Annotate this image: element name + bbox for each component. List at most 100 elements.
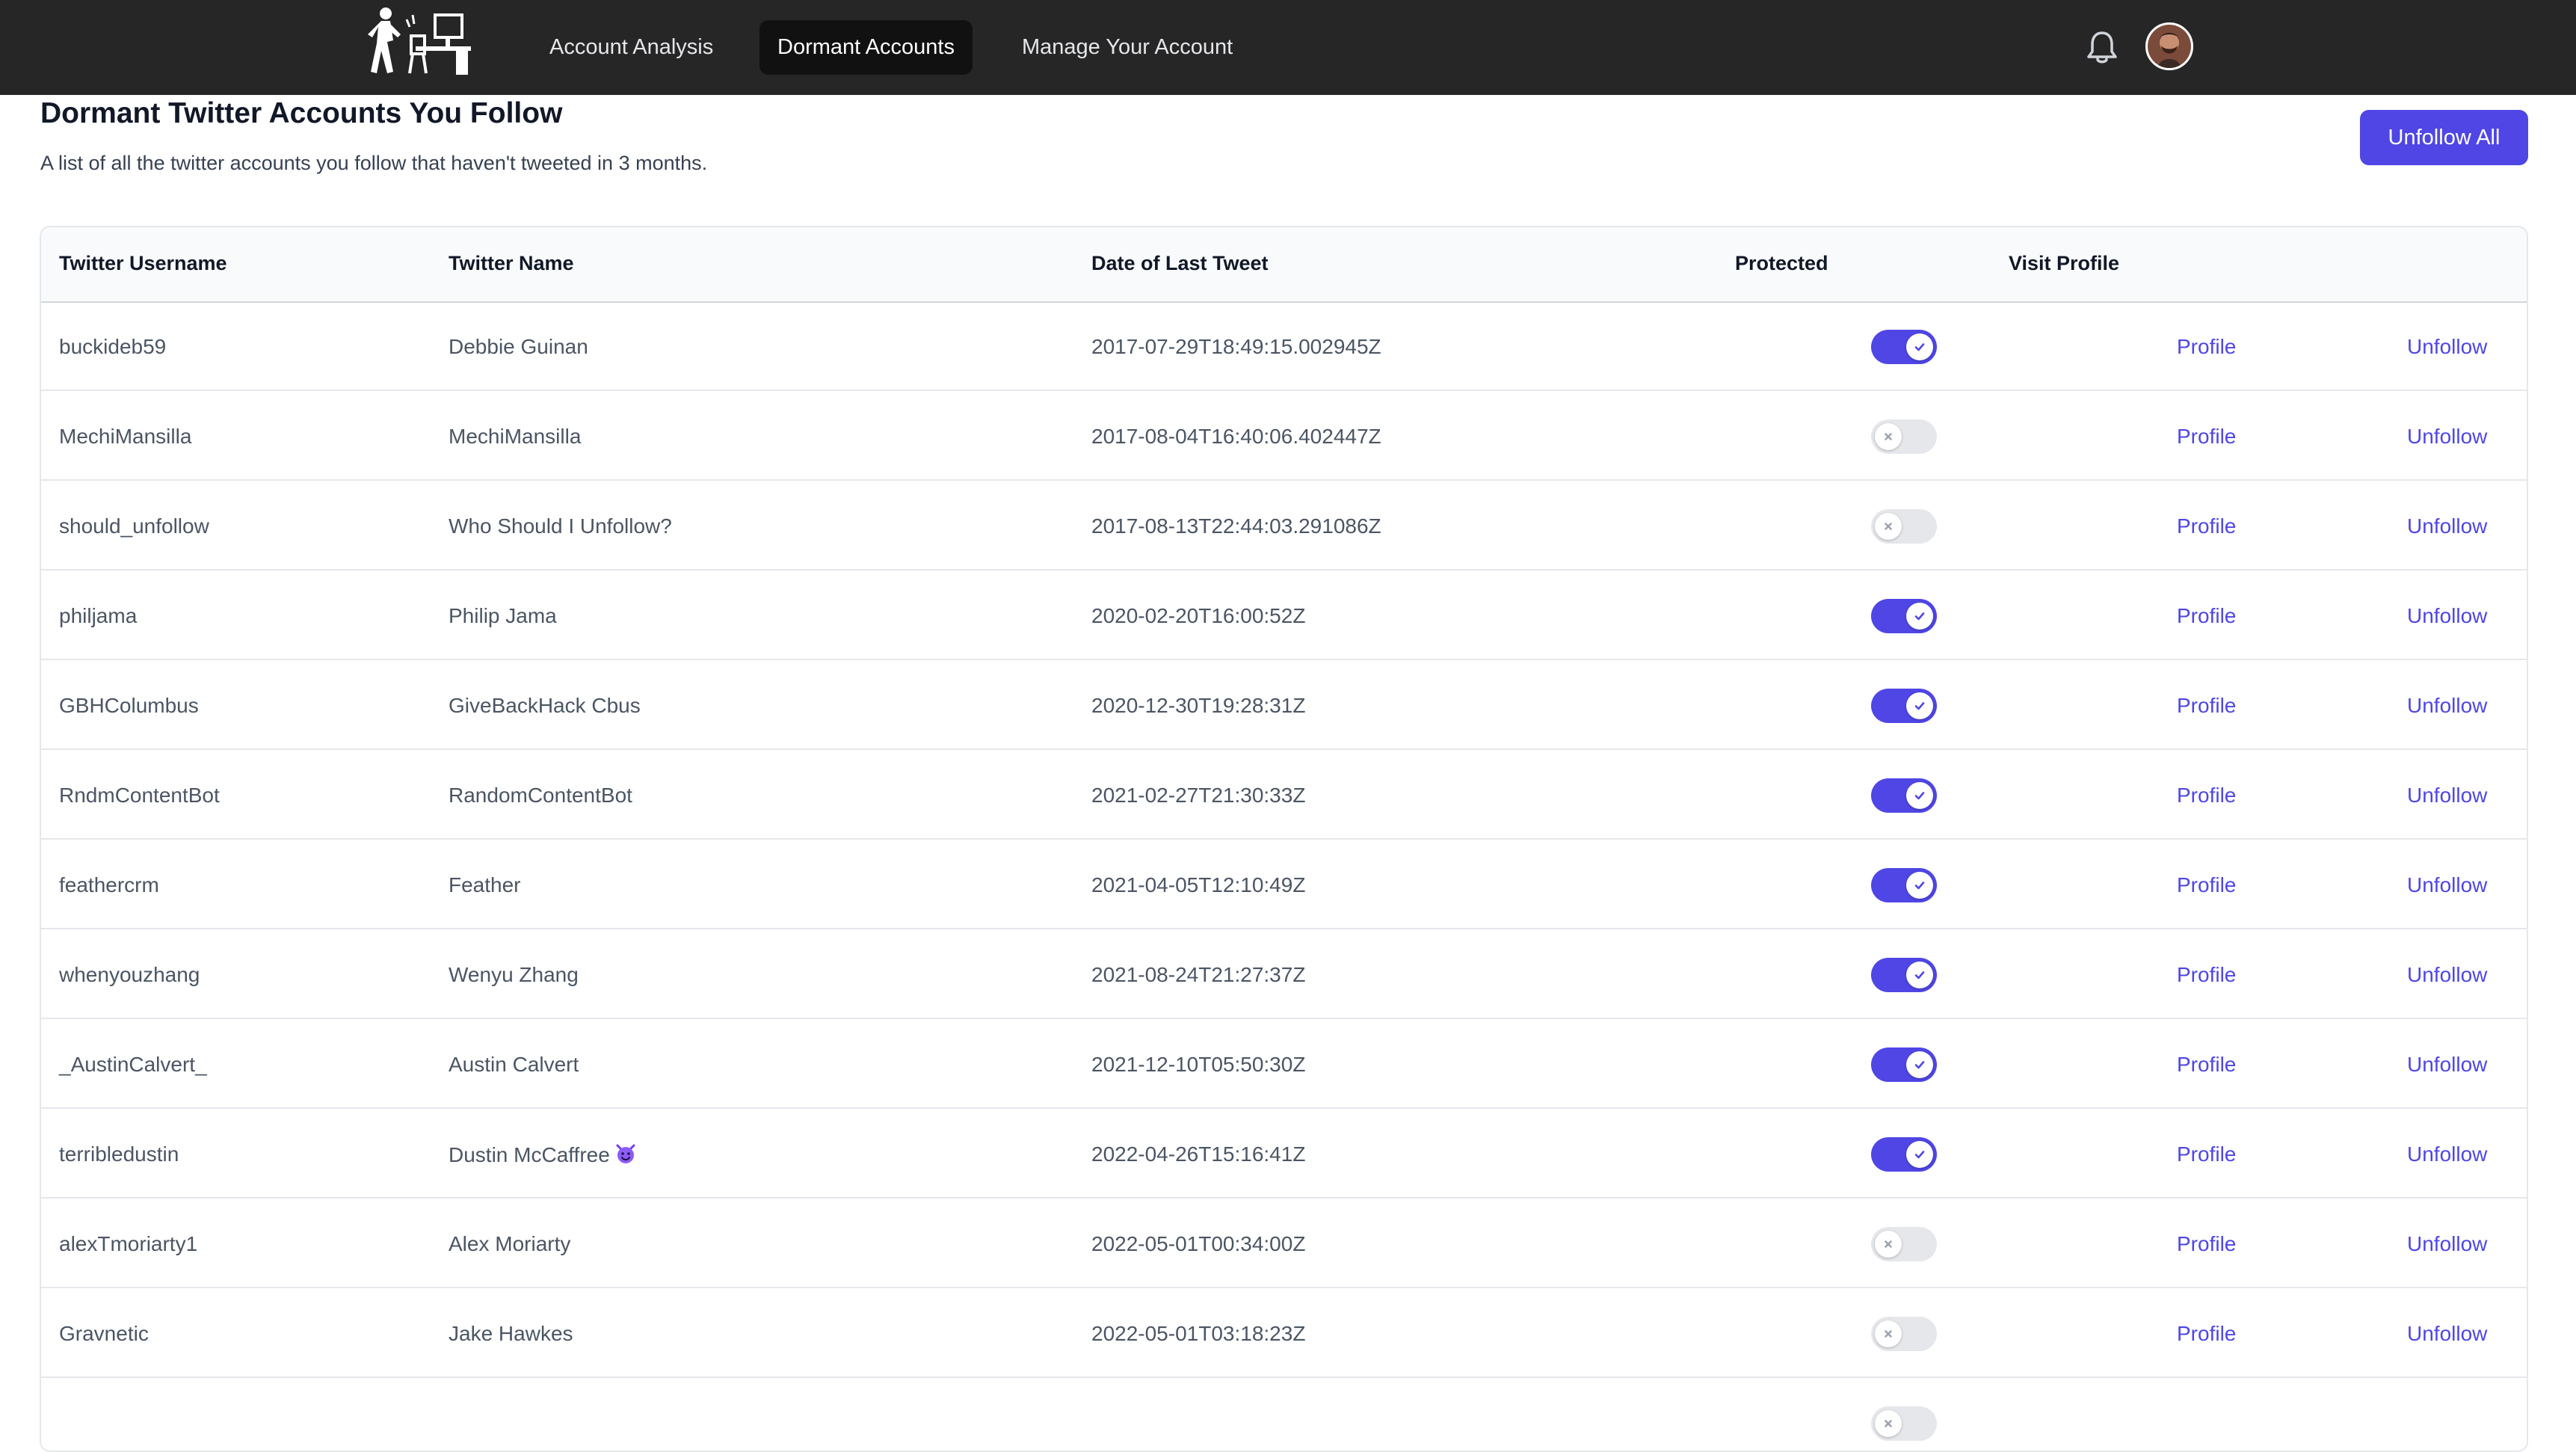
profile-link[interactable]: Profile bbox=[2177, 425, 2236, 449]
username-cell: whenyouzhang bbox=[59, 963, 200, 986]
unfollow-link[interactable]: Unfollow bbox=[2407, 1142, 2487, 1166]
last-tweet-date-cell: 2021-02-27T21:30:33Z bbox=[1091, 784, 1306, 807]
check-icon bbox=[1914, 882, 1925, 890]
profile-link[interactable]: Profile bbox=[2177, 784, 2236, 807]
top-navigation-bar: Account Analysis Dormant Accounts Manage… bbox=[0, 0, 2576, 95]
unfollow-link[interactable]: Unfollow bbox=[2407, 604, 2487, 628]
unfollow-link[interactable]: Unfollow bbox=[2407, 1232, 2487, 1256]
table-row: whenyouzhang Wenyu Zhang 2021-08-24T21:27:… bbox=[41, 929, 2527, 1019]
protected-toggle[interactable] bbox=[1871, 330, 1937, 364]
unfollow-link[interactable]: Unfollow bbox=[2407, 335, 2487, 359]
toggle-knob bbox=[1875, 423, 1902, 450]
page-subtitle: A list of all the twitter accounts you f… bbox=[40, 152, 708, 174]
nav-manage-account[interactable]: Manage Your Account bbox=[1004, 20, 1251, 75]
table-row: feathercrm Feather 2021-04-05T12:10:49Z Pro… bbox=[41, 840, 2527, 929]
username-cell: alexTmoriarty1 bbox=[59, 1232, 198, 1255]
profile-link[interactable]: Profile bbox=[2177, 1322, 2236, 1346]
last-tweet-date-cell: 2021-08-24T21:27:37Z bbox=[1091, 963, 1306, 986]
name-text: Dustin McCaffree bbox=[449, 1143, 610, 1166]
name-text: Who Should I Unfollow? bbox=[449, 514, 672, 538]
unfollow-link[interactable]: Unfollow bbox=[2407, 963, 2487, 987]
profile-link[interactable]: Profile bbox=[2177, 604, 2236, 628]
x-icon bbox=[1885, 1330, 1892, 1338]
unfollow-link[interactable]: Unfollow bbox=[2407, 694, 2487, 718]
username-cell: _AustinCalvert_ bbox=[59, 1053, 207, 1076]
last-tweet-date-cell: 2020-02-20T16:00:52Z bbox=[1091, 604, 1306, 627]
dormant-accounts-table: Twitter Username Twitter Name Date of La… bbox=[40, 226, 2528, 1452]
name-text: GiveBackHack Cbus bbox=[449, 694, 641, 717]
profile-link[interactable]: Profile bbox=[2177, 514, 2236, 538]
profile-link[interactable]: Profile bbox=[2177, 1142, 2236, 1166]
toggle-knob bbox=[1906, 333, 1933, 360]
protected-toggle[interactable] bbox=[1871, 958, 1937, 992]
toggle-knob bbox=[1906, 692, 1933, 719]
protected-toggle[interactable] bbox=[1871, 868, 1937, 902]
username-cell: Gravnetic bbox=[59, 1322, 149, 1345]
table-row: _AustinCalvert_ Austin Calvert 2021-12-10T… bbox=[41, 1019, 2527, 1109]
name-cell: Feather bbox=[449, 873, 521, 897]
toggle-knob bbox=[1875, 1410, 1902, 1437]
protected-toggle[interactable] bbox=[1871, 1317, 1937, 1351]
unfollow-all-button[interactable]: Unfollow All bbox=[2360, 110, 2528, 165]
x-icon bbox=[1885, 523, 1892, 530]
username-cell: buckideb59 bbox=[59, 335, 167, 358]
table-row: philjama Philip Jama 2020-02-20T16:00:52Z P… bbox=[41, 570, 2527, 660]
last-tweet-date-cell: 2022-05-01T03:18:23Z bbox=[1091, 1322, 1306, 1345]
check-icon bbox=[1914, 792, 1925, 800]
table-row: Gravnetic Jake Hawkes 2022-05-01T03:18:23Z… bbox=[41, 1288, 2527, 1378]
page-title: Dormant Twitter Accounts You Follow bbox=[40, 97, 563, 129]
profile-link[interactable]: Profile bbox=[2177, 963, 2236, 987]
check-icon bbox=[1914, 971, 1925, 979]
table-row: RndmContentBot RandomContentBot 2021-02-27… bbox=[41, 750, 2527, 840]
user-avatar[interactable] bbox=[2145, 22, 2193, 70]
name-cell: GiveBackHack Cbus bbox=[449, 694, 641, 718]
protected-toggle[interactable] bbox=[1871, 1137, 1937, 1172]
profile-link[interactable]: Profile bbox=[2177, 1053, 2236, 1077]
x-icon bbox=[1885, 433, 1892, 440]
unfollow-link[interactable]: Unfollow bbox=[2407, 1322, 2487, 1346]
protected-toggle[interactable] bbox=[1871, 419, 1937, 454]
column-header-protected: Protected bbox=[1735, 252, 1828, 274]
last-tweet-date-cell: 2022-05-01T00:34:00Z bbox=[1091, 1232, 1306, 1255]
toggle-knob bbox=[1906, 782, 1933, 809]
protected-toggle[interactable] bbox=[1871, 599, 1937, 633]
protected-toggle[interactable] bbox=[1871, 509, 1937, 544]
last-tweet-date-cell: 2017-08-04T16:40:06.402447Z bbox=[1091, 425, 1381, 448]
toggle-knob bbox=[1875, 1231, 1902, 1258]
nav-dormant-accounts[interactable]: Dormant Accounts bbox=[759, 20, 973, 75]
unfollow-link[interactable]: Unfollow bbox=[2407, 1053, 2487, 1077]
profile-link[interactable]: Profile bbox=[2177, 1232, 2236, 1256]
table-row bbox=[41, 1378, 2527, 1451]
name-cell: Wenyu Zhang bbox=[449, 963, 579, 987]
profile-link[interactable]: Profile bbox=[2177, 335, 2236, 359]
unfollow-link[interactable]: Unfollow bbox=[2407, 784, 2487, 807]
unfollow-link[interactable]: Unfollow bbox=[2407, 873, 2487, 897]
toggle-knob bbox=[1906, 962, 1933, 988]
check-icon bbox=[1914, 1151, 1925, 1159]
name-cell: RandomContentBot bbox=[449, 784, 632, 807]
unfollow-link[interactable]: Unfollow bbox=[2407, 514, 2487, 538]
nav-account-analysis[interactable]: Account Analysis bbox=[531, 20, 731, 75]
profile-link[interactable]: Profile bbox=[2177, 873, 2236, 897]
last-tweet-date-cell: 2017-07-29T18:49:15.002945Z bbox=[1091, 335, 1381, 358]
protected-toggle[interactable] bbox=[1871, 778, 1937, 813]
username-cell: GBHColumbus bbox=[59, 694, 199, 717]
table-row: alexTmoriarty1 Alex Moriarty 2022-05-01T00… bbox=[41, 1199, 2527, 1288]
name-text: Wenyu Zhang bbox=[449, 963, 579, 986]
person-leaving-desk-logo[interactable] bbox=[368, 4, 472, 76]
check-icon bbox=[1914, 1061, 1925, 1069]
name-cell: Philip Jama bbox=[449, 604, 557, 628]
protected-toggle[interactable] bbox=[1871, 1227, 1937, 1261]
username-cell: feathercrm bbox=[59, 873, 159, 896]
x-icon bbox=[1885, 1240, 1892, 1248]
profile-link[interactable]: Profile bbox=[2177, 694, 2236, 718]
protected-toggle[interactable] bbox=[1871, 689, 1937, 723]
check-icon bbox=[1914, 343, 1925, 351]
unfollow-link[interactable]: Unfollow bbox=[2407, 425, 2487, 449]
name-cell: Debbie Guinan bbox=[449, 335, 588, 359]
toggle-knob bbox=[1875, 1320, 1902, 1347]
bell-icon[interactable] bbox=[2084, 28, 2120, 66]
username-cell: RndmContentBot bbox=[59, 784, 220, 807]
toggle-knob bbox=[1906, 1051, 1933, 1078]
protected-toggle[interactable] bbox=[1871, 1048, 1937, 1082]
